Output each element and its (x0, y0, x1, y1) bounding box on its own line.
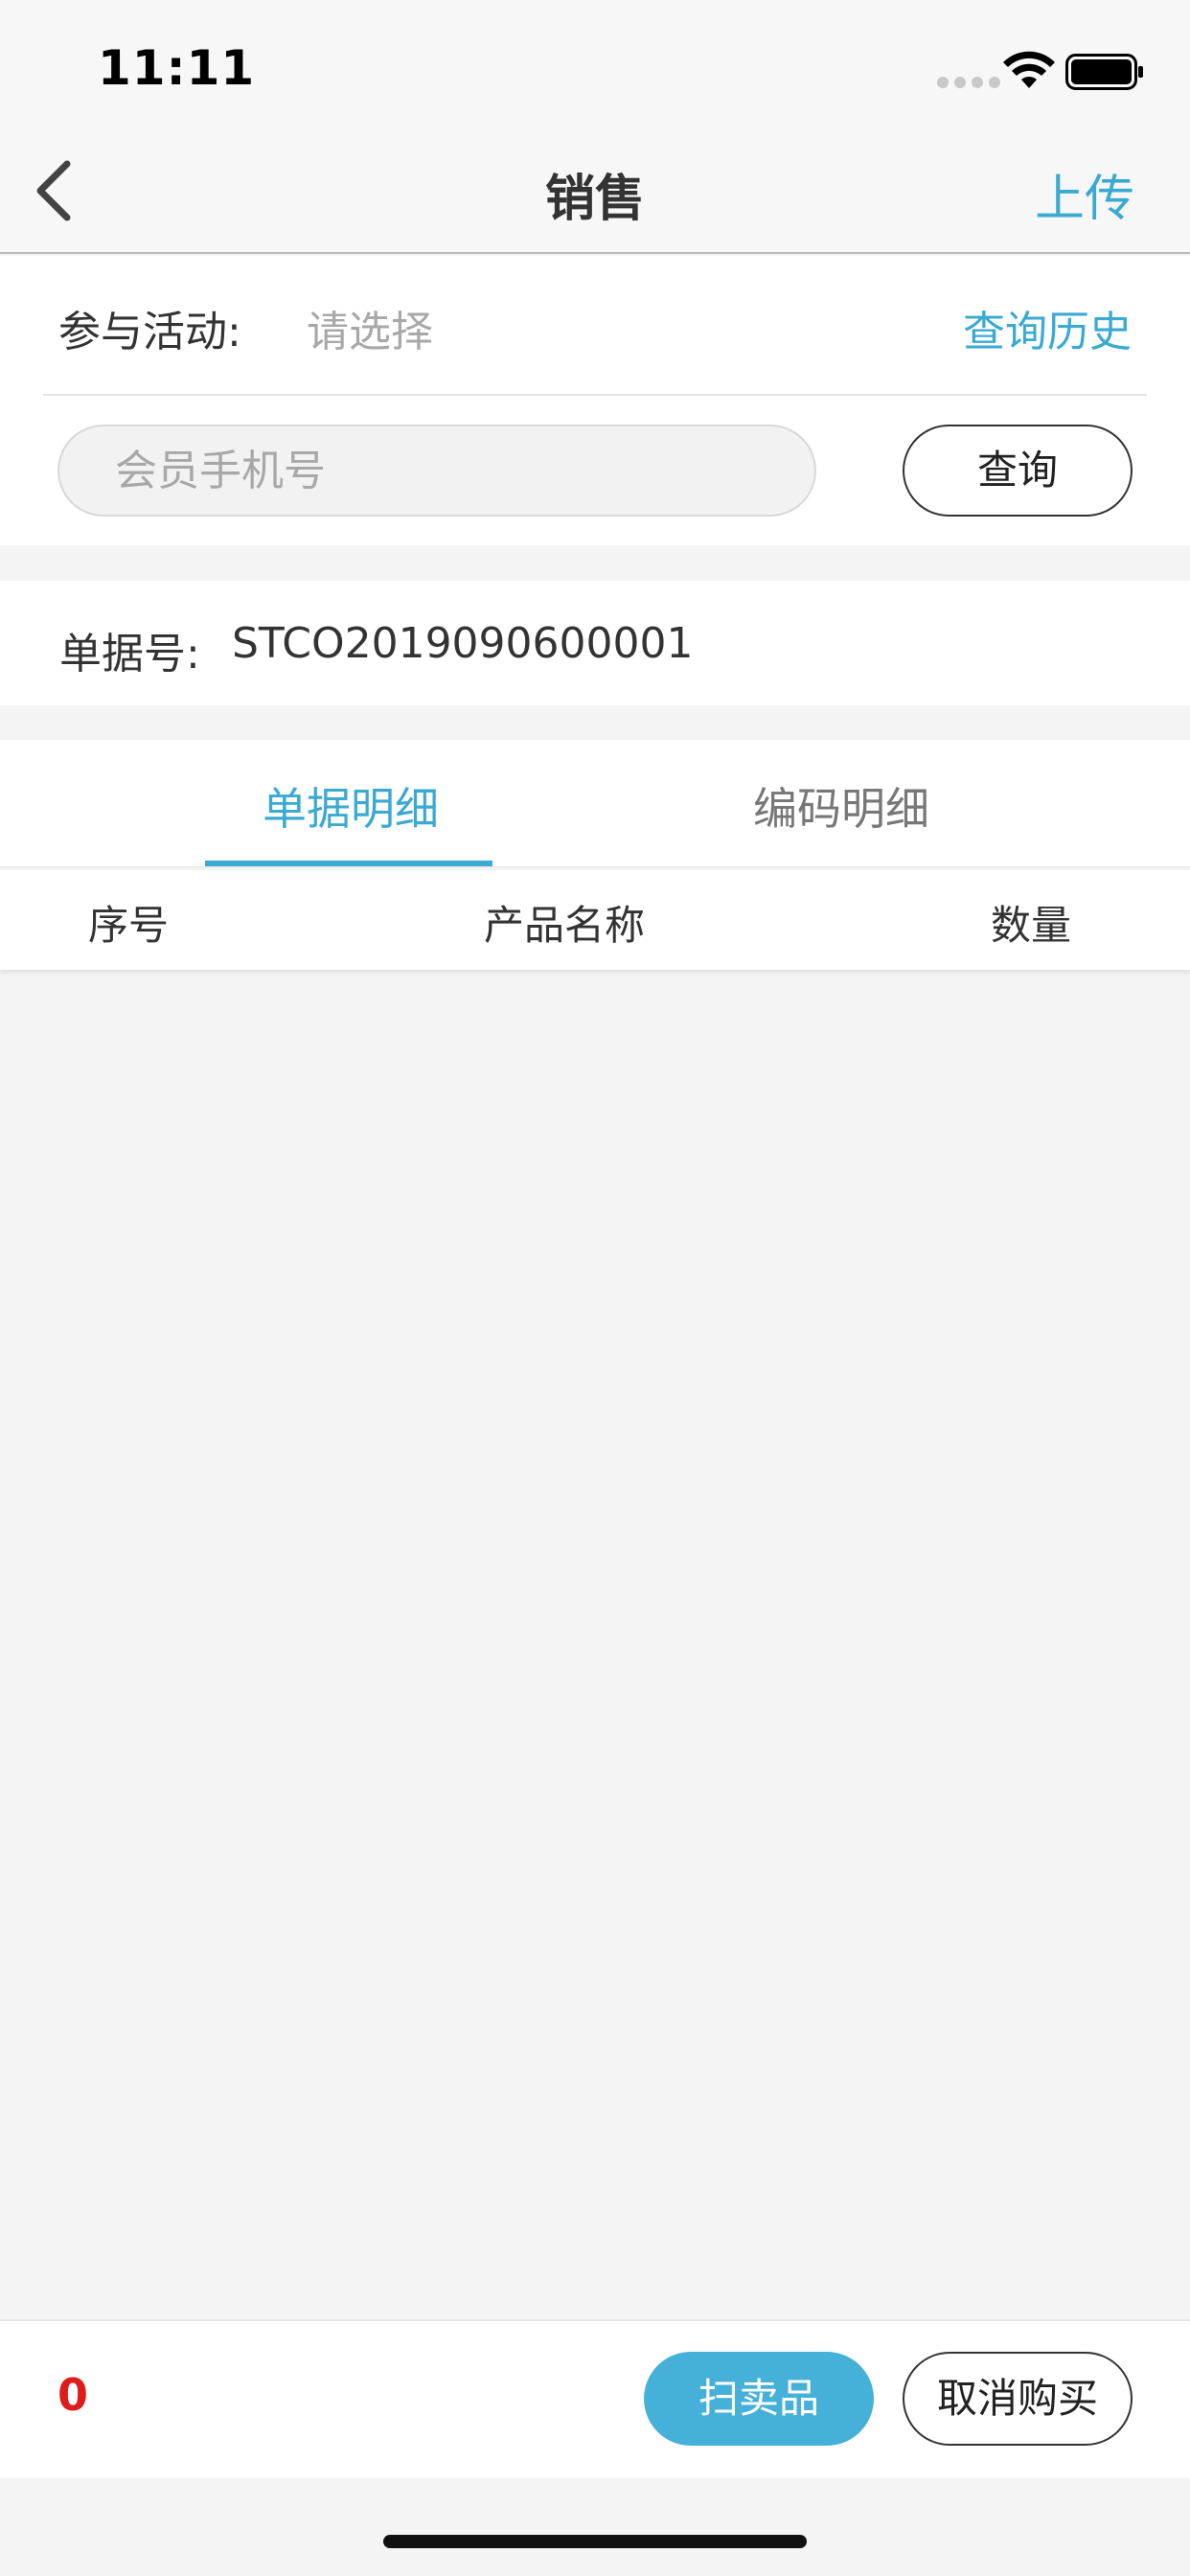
document-number-row: 单据号: STCO2019090600001 (0, 581, 1190, 705)
wifi-icon (1003, 51, 1055, 88)
upload-button[interactable]: 上传 (1035, 158, 1134, 230)
cancel-purchase-button[interactable]: 取消购买 (903, 2352, 1133, 2446)
tab-code-detail[interactable]: 编码明细 (753, 774, 929, 838)
tab-document-detail[interactable]: 单据明细 (263, 774, 439, 838)
query-history-link[interactable]: 查询历史 (963, 297, 1132, 358)
column-header-index: 序号 (88, 902, 170, 949)
signal-icon (937, 77, 1000, 88)
activity-select[interactable]: 请选择 (307, 297, 433, 358)
scan-product-button[interactable]: 扫卖品 (644, 2352, 874, 2446)
bottom-action-bar: 0 扫卖品 取消购买 (0, 2319, 1190, 2478)
tab-bar: 单据明细 编码明细 (0, 740, 1190, 868)
nav-bar: 销售 上传 (0, 129, 1190, 254)
column-header-quantity: 数量 (991, 902, 1072, 949)
status-time: 11:11 (98, 40, 256, 96)
battery-icon (1065, 54, 1143, 90)
query-button[interactable]: 查询 (903, 425, 1133, 517)
sales-screen: 11:11 销售 上传 参与活动: 请选择 查询历史 查询 (0, 0, 1190, 2576)
active-tab-indicator (205, 861, 492, 866)
item-count: 0 (57, 2369, 89, 2421)
home-indicator[interactable] (383, 2535, 807, 2548)
table-header: 序号 产品名称 数量 (0, 870, 1190, 970)
activity-row: 参与活动: 请选择 查询历史 (43, 256, 1147, 396)
filter-panel: 参与活动: 请选择 查询历史 查询 (0, 256, 1190, 545)
page-title: 销售 (544, 171, 645, 228)
activity-label: 参与活动: (58, 308, 241, 356)
document-number-value: STCO2019090600001 (232, 619, 694, 668)
status-bar: 11:11 (0, 0, 1190, 129)
document-number-label: 单据号: (59, 630, 200, 678)
member-phone-input[interactable] (57, 425, 816, 517)
column-header-product-name: 产品名称 (484, 902, 646, 949)
